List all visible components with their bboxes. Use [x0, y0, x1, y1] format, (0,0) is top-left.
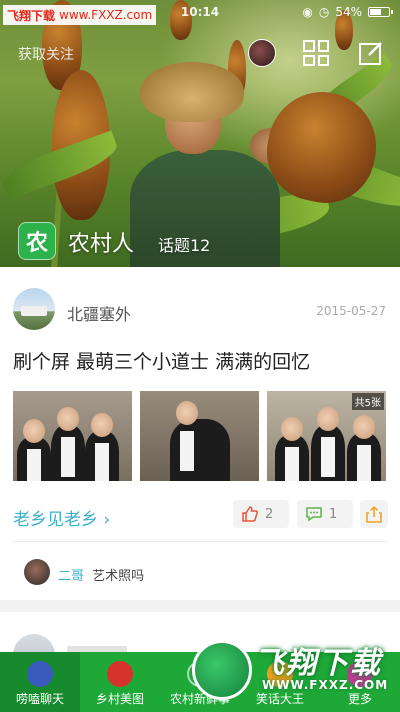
like-button[interactable]: 2	[233, 500, 289, 528]
comment-text: 艺术照吗	[92, 569, 145, 584]
photo-grid: 共5张	[13, 391, 386, 481]
chat-icon	[27, 661, 53, 687]
post-date: 2015-05-27	[316, 304, 386, 318]
group-badge: 农	[18, 222, 56, 260]
comment-preview[interactable]: 二哥 艺术照吗	[58, 565, 144, 584]
group-name: 农村人	[68, 232, 135, 257]
battery-percent: 54%	[335, 5, 362, 19]
post-photo[interactable]: 共5张	[267, 391, 386, 481]
top-left-text[interactable]: 获取关注	[18, 44, 74, 64]
commenter-avatar[interactable]	[24, 559, 50, 585]
battery-icon	[368, 7, 393, 17]
comment-icon	[306, 507, 322, 522]
grid-icon[interactable]	[303, 40, 329, 66]
watermark-url: www.FXXZ.com	[59, 8, 153, 22]
divider	[13, 541, 387, 542]
comment-user[interactable]: 二哥	[58, 569, 84, 584]
like-count: 2	[265, 506, 274, 522]
user-avatar[interactable]	[248, 39, 276, 67]
watermark-brand: 飞翔下载	[7, 8, 56, 23]
tab-chat[interactable]: 唠嗑聊天	[0, 652, 80, 712]
comment-button[interactable]: 1	[297, 500, 353, 528]
wifi-icon: ◉	[302, 5, 313, 19]
camera-icon	[107, 661, 133, 687]
logo-icon	[192, 640, 252, 700]
share-icon	[366, 505, 382, 523]
comment-count: 1	[329, 506, 338, 522]
topic-count: 话题12	[158, 236, 211, 255]
logo-text: 飞翔下载	[254, 646, 382, 681]
photo-count-badge: 共5张	[351, 393, 384, 410]
post-title[interactable]: 刷个屏 最萌三个小道士 满满的回忆	[13, 347, 310, 374]
watermark: 飞翔下载 www.FXXZ.com	[3, 5, 157, 25]
tab-village-photos[interactable]: 乡村美图	[80, 652, 160, 712]
post-card[interactable]: 北疆塞外 2015-05-27 刷个屏 最萌三个小道士 满满的回忆 共5张 老乡…	[0, 267, 400, 600]
straw-hat	[140, 62, 244, 122]
hero-banner: 10:14 ◉ ◷ 54% 飞翔下载 www.FXXZ.com 获取关注 农 农…	[0, 0, 400, 267]
author-avatar[interactable]	[13, 288, 55, 330]
share-button[interactable]	[360, 500, 388, 528]
edit-icon[interactable]	[358, 40, 384, 66]
alarm-icon: ◷	[318, 5, 330, 19]
post-photo[interactable]	[13, 391, 132, 481]
thumbs-up-icon	[242, 506, 258, 522]
circle-link[interactable]: 老乡见老乡 ›	[13, 505, 110, 530]
watermark-logo: 飞翔下载 WWW.FXXZ.COM	[192, 632, 400, 712]
post-photo[interactable]	[140, 391, 259, 481]
post-author[interactable]: 北疆塞外	[67, 301, 131, 325]
logo-url: WWW.FXXZ.COM	[262, 678, 389, 692]
